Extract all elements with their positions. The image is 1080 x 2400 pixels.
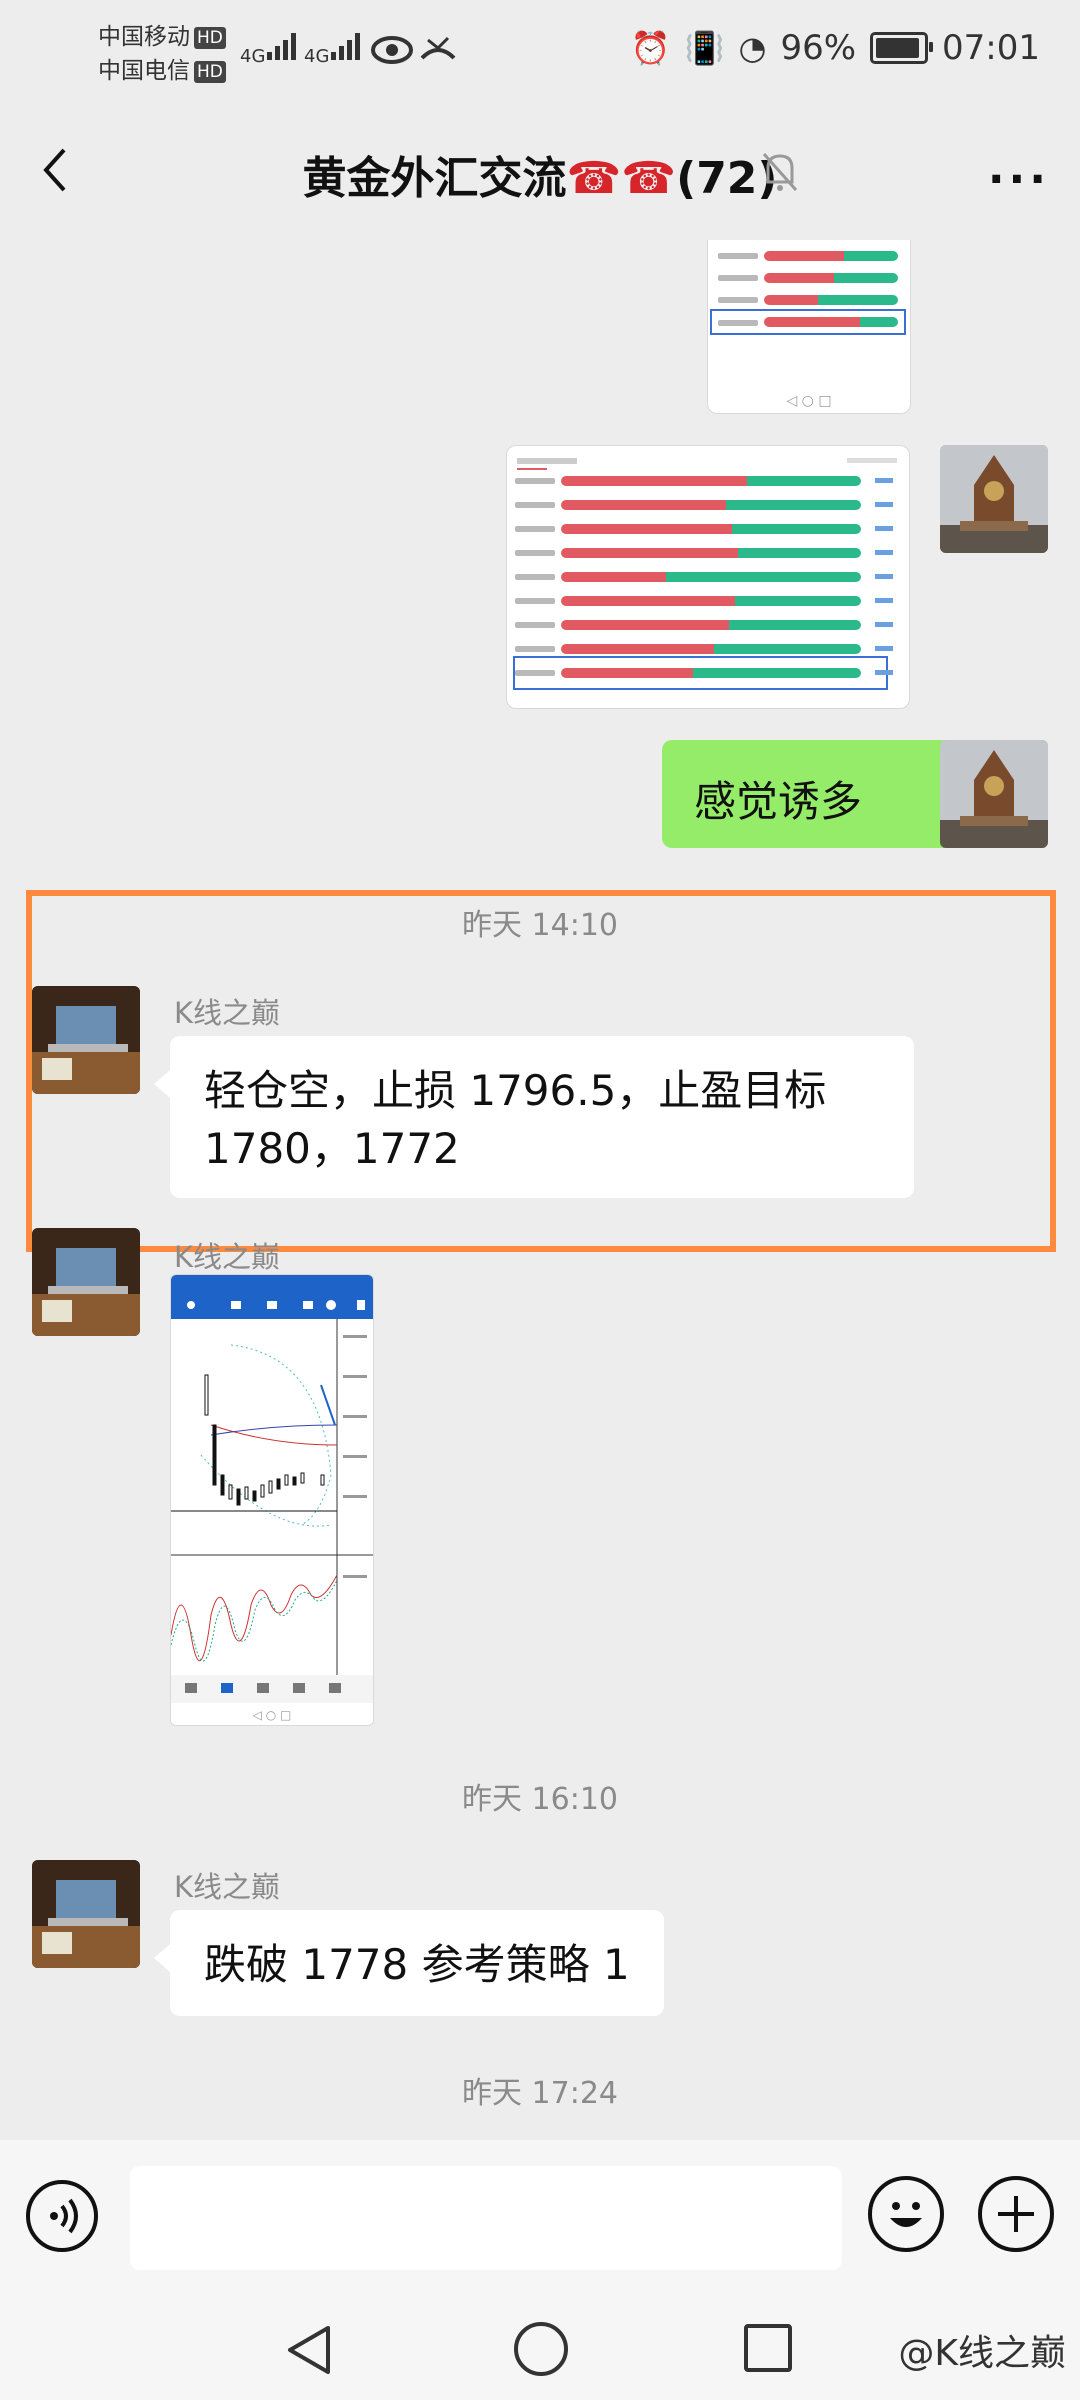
bar-row-tag	[875, 622, 893, 627]
chat-header: 黄金外汇交流☎☎(72) ···	[0, 110, 1080, 240]
input-bar	[0, 2140, 1080, 2300]
carrier-1: 中国移动	[98, 24, 190, 50]
network-type: 4G	[304, 46, 330, 67]
network-type: 4G	[240, 46, 266, 67]
signal-icon: 4G	[304, 30, 365, 67]
bar-row-label	[515, 478, 555, 484]
nav-back-button[interactable]	[282, 2322, 336, 2382]
monument-image	[940, 740, 1048, 848]
desk-laptop-image	[32, 1860, 140, 1968]
bar-row-tag	[875, 478, 893, 483]
signal-icon: 4G	[240, 30, 301, 67]
sender-name: K线之巅	[174, 1870, 281, 1904]
bar-row-label	[515, 670, 555, 676]
vibrate-icon: 📳	[684, 29, 725, 67]
sender-name: K线之巅	[174, 1240, 281, 1274]
bar-row	[764, 273, 898, 283]
bubble-tail	[910, 782, 926, 810]
my-avatar[interactable]	[940, 740, 1048, 848]
battery-percent: 96%	[780, 28, 857, 68]
desk-laptop-image	[32, 1228, 140, 1336]
eye-icon	[370, 34, 414, 70]
svg-text:◁ ○ □: ◁ ○ □	[252, 1708, 292, 1722]
bar-row-label	[515, 550, 555, 556]
image-message-thumbnail[interactable]	[506, 445, 910, 709]
bar-row	[561, 500, 861, 510]
system-nav-bar: @K线之巅	[0, 2300, 1080, 2400]
bar-row	[764, 317, 898, 327]
message-text: 感觉诱多	[694, 777, 863, 826]
message-text: 跌破 1778 参考策略 1	[204, 1940, 630, 1989]
more-functions-button[interactable]	[978, 2176, 1054, 2252]
battery-icon	[870, 32, 934, 64]
sender-avatar[interactable]	[32, 1228, 140, 1336]
bar-row	[561, 620, 861, 630]
bar-row	[561, 572, 861, 582]
bar-row-tag	[875, 502, 893, 507]
bar-row-tag	[875, 574, 893, 579]
bar-row-tag	[875, 550, 893, 555]
bar-row-label	[515, 574, 555, 580]
smile-icon	[890, 2202, 922, 2227]
trading-chart-image: ◁ ○ □	[171, 1275, 373, 1725]
emoji-button[interactable]	[868, 2176, 944, 2252]
nav-home-button[interactable]	[514, 2322, 568, 2376]
bar-row	[561, 548, 861, 558]
bar-row-tag	[875, 526, 893, 531]
timestamp: 昨天 16:10	[462, 1782, 618, 1817]
chat-title: 黄金外汇交流☎☎(72)	[0, 142, 1080, 206]
voice-input-button[interactable]	[26, 2180, 98, 2252]
bar-row-label	[515, 526, 555, 532]
highlight-frame	[26, 890, 1056, 1252]
speed-icon: ◔	[738, 29, 767, 67]
mute-bell-icon	[760, 150, 800, 194]
sent-message-bubble[interactable]: 感觉诱多	[662, 740, 952, 848]
carrier-info: 中国移动 HD 中国电信 HD	[98, 20, 226, 88]
plus-icon	[998, 2196, 1034, 2232]
voice-icon	[50, 2198, 78, 2234]
image-message-chart[interactable]: ◁ ○ □	[170, 1274, 374, 1726]
bar-row-tag	[875, 598, 893, 603]
triangle-back-icon	[288, 2326, 330, 2374]
group-name: 黄金外汇交流	[302, 153, 567, 204]
bar-row-label	[515, 598, 555, 604]
alarm-icon: ⏰	[630, 29, 671, 67]
bar-row-label	[515, 622, 555, 628]
sender-avatar[interactable]	[32, 1860, 140, 1968]
watermark: @K线之巅	[898, 2333, 1066, 2374]
hd-badge: HD	[194, 60, 226, 83]
my-avatar[interactable]	[940, 445, 1048, 553]
status-right: ⏰ 📳 ◔ 96% 07:01	[631, 28, 1040, 68]
nav-recent-button[interactable]	[744, 2324, 792, 2372]
chat-area[interactable]: ◁ ○ □ 感觉诱多 昨天 14:10 K线之巅 轻仓空，止损 1796.5，止…	[0, 240, 1080, 2140]
bubble-tail	[154, 1944, 170, 1972]
status-bar: 中国移动 HD 中国电信 HD 4G 4G ⏰ 📳 ◔ 96% 07:01	[0, 0, 1080, 110]
bar-row	[561, 596, 861, 606]
monument-image	[940, 445, 1048, 553]
hd-badge: HD	[194, 26, 226, 49]
bar-row	[561, 668, 861, 678]
bar-row	[561, 644, 861, 654]
received-message-bubble[interactable]: 跌破 1778 参考策略 1	[170, 1910, 664, 2016]
bar-row-label	[515, 646, 555, 652]
bar-row-tag	[875, 670, 893, 675]
bar-row	[561, 476, 861, 486]
more-button[interactable]: ···	[988, 154, 1050, 205]
clock: 07:01	[942, 28, 1040, 68]
timestamp: 昨天 17:24	[462, 2076, 618, 2111]
missed-call-icon	[418, 34, 458, 70]
carrier-2: 中国电信	[98, 58, 190, 84]
phone-emoji: ☎☎	[566, 153, 677, 204]
bar-row	[764, 295, 898, 305]
bar-row	[561, 524, 861, 534]
bar-row-label	[515, 502, 555, 508]
bar-row	[764, 251, 898, 261]
image-message-thumbnail[interactable]: ◁ ○ □	[707, 240, 911, 414]
bar-row-tag	[875, 646, 893, 651]
message-input[interactable]	[130, 2166, 842, 2270]
